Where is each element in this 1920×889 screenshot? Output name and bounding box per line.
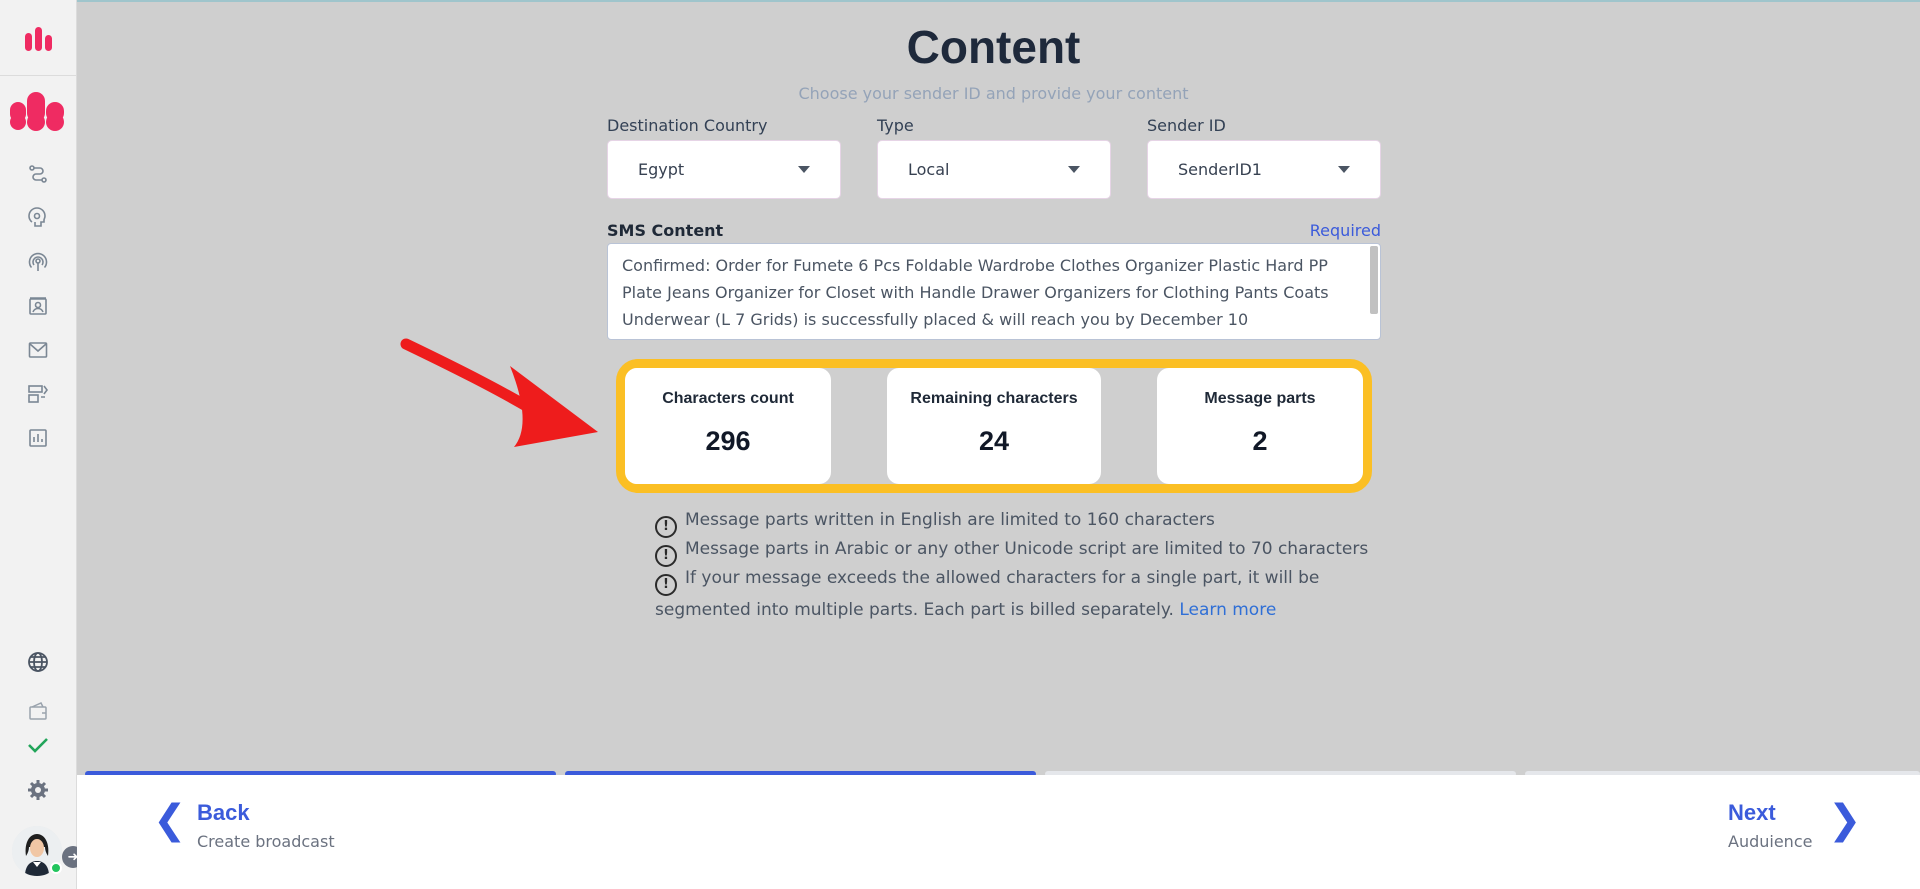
chevron-right-icon[interactable]: ❯: [1828, 800, 1862, 840]
top-border: [77, 0, 1920, 2]
info-text: Message parts written in English are lim…: [685, 510, 1215, 530]
caret-down-icon: [1338, 166, 1350, 173]
stat-label: Message parts: [1204, 390, 1316, 407]
back-sublabel: Create broadcast: [197, 832, 335, 851]
next-button[interactable]: Next Auduience: [1728, 800, 1812, 851]
footer-bar: [77, 775, 1920, 889]
type-label: Type: [877, 116, 914, 135]
sms-content-label: SMS Content: [607, 221, 724, 240]
info-line-segmentation: ! If your message exceeds the allowed cha…: [655, 564, 1375, 625]
stat-label: Remaining characters: [910, 390, 1078, 407]
contacts-icon[interactable]: [24, 292, 52, 320]
next-sublabel: Auduience: [1728, 832, 1813, 851]
templates-icon[interactable]: [24, 380, 52, 408]
back-label: Back: [197, 800, 250, 825]
stat-value: 296: [705, 426, 751, 456]
brand-logo-icon: [24, 26, 52, 51]
check-icon[interactable]: [24, 731, 52, 759]
info-line-unicode: ! Message parts in Arabic or any other Un…: [655, 535, 1375, 567]
back-button[interactable]: Back Create broadcast: [197, 800, 335, 851]
country-label: Destination Country: [607, 116, 768, 135]
exclamation-icon: !: [655, 573, 677, 596]
country-value: Egypt: [638, 160, 685, 179]
chevron-left-icon[interactable]: ❮: [153, 800, 187, 840]
online-status-dot: [50, 862, 62, 874]
remaining-characters-card: Remaining characters 24: [887, 368, 1101, 484]
brand-logo-large: [9, 88, 65, 138]
characters-count-card: Characters count 296: [625, 368, 831, 484]
type-select[interactable]: Local: [877, 140, 1111, 199]
caret-down-icon: [1068, 166, 1080, 173]
required-label: Required: [1309, 221, 1381, 240]
country-select[interactable]: Egypt: [607, 140, 841, 199]
broadcast-icon[interactable]: [24, 248, 52, 276]
reports-icon[interactable]: [24, 424, 52, 452]
stat-label: Characters count: [662, 390, 794, 407]
next-label: Next: [1728, 800, 1776, 825]
info-text: Message parts in Arabic or any other Uni…: [685, 539, 1369, 559]
learn-more-link[interactable]: Learn more: [1179, 600, 1276, 620]
stat-value: 2: [1252, 426, 1268, 456]
annotation-arrow-icon: [400, 338, 598, 447]
sender-id-select[interactable]: SenderID1: [1147, 140, 1381, 199]
sms-content-text: Confirmed: Order for Fumete 6 Pcs Foldab…: [622, 256, 1329, 329]
textarea-scrollbar[interactable]: [1370, 246, 1378, 314]
mail-icon[interactable]: [24, 336, 52, 364]
gear-icon[interactable]: [24, 776, 52, 804]
page-title: Content: [906, 21, 1081, 73]
wallet-icon[interactable]: [24, 697, 52, 725]
globe-icon[interactable]: [24, 648, 52, 676]
route-icon[interactable]: [24, 160, 52, 188]
sender-id-value: SenderID1: [1178, 160, 1262, 179]
brain-settings-icon[interactable]: [24, 204, 52, 232]
type-value: Local: [908, 160, 950, 179]
caret-down-icon: [798, 166, 810, 173]
page-subtitle: Choose your sender ID and provide your c…: [798, 84, 1189, 103]
message-parts-card: Message parts 2: [1157, 368, 1363, 484]
stat-value: 24: [978, 426, 1010, 456]
sidebar: ➜: [0, 0, 84, 889]
info-line-english: ! Message parts written in English are li…: [655, 506, 1375, 538]
brand-mark-icon: [10, 92, 64, 131]
sms-content-textarea[interactable]: Confirmed: Order for Fumete 6 Pcs Foldab…: [607, 243, 1381, 340]
sender-id-label: Sender ID: [1147, 116, 1226, 135]
brand-logo-small[interactable]: [0, 0, 77, 76]
